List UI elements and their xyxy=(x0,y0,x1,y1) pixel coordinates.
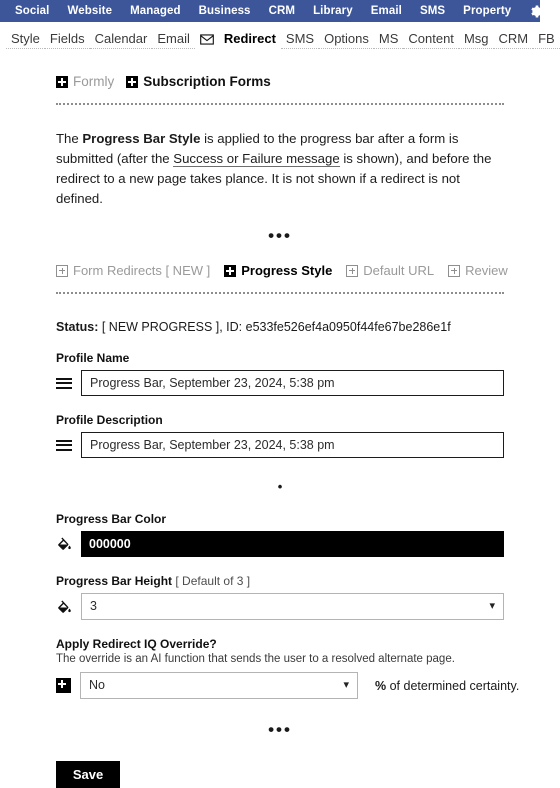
redirect-iq-override-label: Apply Redirect IQ Override? xyxy=(56,637,504,651)
status-value: [ NEW PROGRESS ], ID: e533fe526ef4a0950f… xyxy=(98,320,450,334)
divider xyxy=(56,103,504,105)
sub-navigation: Form Redirects [ NEW ] Progress Style De… xyxy=(56,263,504,278)
breadcrumb-item-subscription-forms[interactable]: Subscription Forms xyxy=(126,74,271,89)
breadcrumb-label: Formly xyxy=(73,74,114,89)
progress-bar-color-row: 000000 xyxy=(56,531,504,557)
hamburger-icon[interactable] xyxy=(56,378,72,389)
plus-icon[interactable] xyxy=(56,678,71,693)
subnav-item-default-url[interactable]: Default URL xyxy=(346,263,434,278)
plus-icon xyxy=(56,76,68,88)
tab-sms[interactable]: SMS xyxy=(281,30,319,49)
plus-icon xyxy=(224,265,236,277)
divider xyxy=(56,292,504,294)
profile-description-input[interactable] xyxy=(81,432,504,458)
hamburger-icon[interactable] xyxy=(56,440,72,451)
certainty-text: of determined certainty. xyxy=(386,679,519,693)
chevron-down-icon: ▾ xyxy=(489,594,495,619)
redirect-iq-override-helper: The override is an AI function that send… xyxy=(56,653,504,665)
topbar-item-email[interactable]: Email xyxy=(362,0,411,22)
topbar-item-sms[interactable]: SMS xyxy=(411,0,454,22)
intro-link[interactable]: Success or Failure message xyxy=(173,151,339,167)
topbar-item-property[interactable]: Property xyxy=(454,0,520,22)
dot-marker: • xyxy=(56,482,504,492)
certainty-suffix: % of determined certainty. xyxy=(375,679,519,693)
progress-bar-color-input[interactable]: 000000 xyxy=(81,531,504,557)
profile-description-label: Profile Description xyxy=(56,413,504,427)
progress-bar-height-select[interactable]: 3 ▾ xyxy=(81,593,504,620)
intro-part-1: The xyxy=(56,131,82,146)
envelope-icon[interactable] xyxy=(195,34,219,45)
intro-paragraph: The Progress Bar Style is applied to the… xyxy=(56,129,504,209)
plus-icon xyxy=(126,76,138,88)
paint-bucket-icon[interactable] xyxy=(56,599,72,615)
tab-fb[interactable]: FB xyxy=(533,30,560,49)
tab-email[interactable]: Email xyxy=(152,30,195,49)
breadcrumb-label: Subscription Forms xyxy=(143,74,271,89)
profile-name-input[interactable] xyxy=(81,370,504,396)
subnav-item-review[interactable]: Review xyxy=(448,263,508,278)
topbar-item-social[interactable]: Social xyxy=(6,0,58,22)
progress-bar-height-label: Progress Bar Height [ Default of 3 ] xyxy=(56,574,504,588)
subnav-label: Default URL xyxy=(363,263,434,278)
section-tab-bar: Style Fields Calendar Email Redirect SMS… xyxy=(0,22,560,52)
topbar-item-website[interactable]: Website xyxy=(58,0,121,22)
progress-bar-height-row: 3 ▾ xyxy=(56,593,504,620)
tab-redirect[interactable]: Redirect xyxy=(219,30,281,48)
subnav-label: Form Redirects [ NEW ] xyxy=(73,263,210,278)
plus-icon xyxy=(448,265,460,277)
main-content: Formly Subscription Forms The Progress B… xyxy=(0,74,560,788)
status-label: Status: xyxy=(56,320,98,334)
tab-ms[interactable]: MS xyxy=(374,30,404,49)
progress-bar-color-label: Progress Bar Color xyxy=(56,512,504,526)
status-badge: Status: [ NEW PROGRESS ], ID: e533fe526e… xyxy=(56,320,504,334)
plus-icon xyxy=(346,265,358,277)
subnav-label: Progress Style xyxy=(241,263,332,278)
tab-crm[interactable]: CRM xyxy=(494,30,534,49)
redirect-iq-override-select[interactable]: No ▾ xyxy=(80,672,358,699)
topbar-item-crm[interactable]: CRM xyxy=(260,0,305,22)
profile-description-row xyxy=(56,432,504,458)
progress-bar-height-value: 3 xyxy=(90,594,97,619)
topbar-item-library[interactable]: Library xyxy=(304,0,362,22)
profile-name-label: Profile Name xyxy=(56,351,504,365)
gear-icon[interactable] xyxy=(530,5,543,18)
redirect-iq-override-row: No ▾ % of determined certainty. xyxy=(56,672,504,699)
paint-bucket-icon[interactable] xyxy=(56,536,72,552)
topbar-item-business[interactable]: Business xyxy=(190,0,260,22)
profile-name-row xyxy=(56,370,504,396)
tab-msg[interactable]: Msg xyxy=(459,30,494,49)
progress-bar-height-label-default: [ Default of 3 ] xyxy=(172,574,250,588)
subnav-item-form-redirects[interactable]: Form Redirects [ NEW ] xyxy=(56,263,210,278)
tab-fields[interactable]: Fields xyxy=(45,30,90,49)
tab-options[interactable]: Options xyxy=(319,30,374,49)
tab-calendar[interactable]: Calendar xyxy=(90,30,153,49)
subnav-label: Review xyxy=(465,263,508,278)
tab-style[interactable]: Style xyxy=(6,30,45,49)
intro-bold-term: Progress Bar Style xyxy=(82,131,200,146)
ellipsis-marker-top: ••• xyxy=(56,231,504,241)
subnav-item-progress-style[interactable]: Progress Style xyxy=(224,263,332,278)
redirect-iq-override-value: No xyxy=(89,673,105,698)
tab-content[interactable]: Content xyxy=(403,30,459,49)
top-navigation-bar: Social Website Managed Business CRM Libr… xyxy=(0,0,540,22)
percent-symbol: % xyxy=(375,679,386,693)
breadcrumb: Formly Subscription Forms xyxy=(56,74,504,89)
plus-icon xyxy=(56,265,68,277)
save-button[interactable]: Save xyxy=(56,761,120,788)
breadcrumb-item-formly[interactable]: Formly xyxy=(56,74,114,89)
chevron-down-icon: ▾ xyxy=(343,673,349,698)
progress-bar-height-label-text: Progress Bar Height xyxy=(56,574,172,588)
ellipsis-marker-bottom: ••• xyxy=(56,725,504,735)
topbar-item-managed[interactable]: Managed xyxy=(121,0,190,22)
